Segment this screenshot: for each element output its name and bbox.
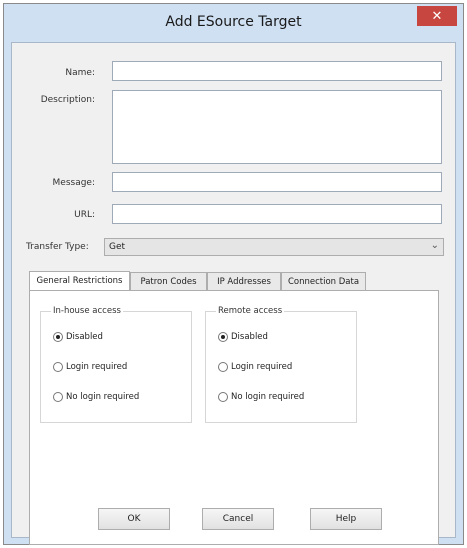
url-label: URL: bbox=[74, 210, 95, 220]
remote-disabled-option[interactable]: Disabled bbox=[218, 332, 268, 342]
remote-login-required-option[interactable]: Login required bbox=[218, 362, 292, 372]
title-bar: Add ESource Target ✕ bbox=[4, 4, 463, 42]
help-button[interactable]: Help bbox=[310, 508, 382, 530]
message-field[interactable] bbox=[112, 172, 442, 192]
transfer-type-value: Get bbox=[109, 242, 126, 252]
remote-no-login-label: No login required bbox=[231, 392, 305, 402]
url-field[interactable] bbox=[112, 204, 442, 224]
radio-icon bbox=[218, 392, 228, 402]
tab-connection-data[interactable]: Connection Data bbox=[281, 272, 366, 290]
radio-icon bbox=[53, 392, 63, 402]
radio-selected-icon bbox=[218, 332, 228, 342]
inhouse-disabled-option[interactable]: Disabled bbox=[53, 332, 103, 342]
tab-general-restrictions[interactable]: General Restrictions bbox=[29, 271, 130, 290]
ok-button[interactable]: OK bbox=[98, 508, 170, 530]
remote-login-required-label: Login required bbox=[231, 362, 293, 372]
radio-selected-icon bbox=[53, 332, 63, 342]
transfer-type-select[interactable]: Get ⌄ bbox=[104, 238, 444, 256]
remote-disabled-label: Disabled bbox=[231, 332, 268, 342]
inhouse-access-title: In-house access bbox=[51, 306, 123, 316]
remote-access-group: Remote access Disabled Login required No… bbox=[205, 306, 357, 423]
name-field[interactable] bbox=[112, 61, 442, 81]
tab-ip-addresses[interactable]: IP Addresses bbox=[207, 272, 281, 290]
inhouse-no-login-option[interactable]: No login required bbox=[53, 392, 139, 402]
inhouse-disabled-label: Disabled bbox=[66, 332, 103, 342]
inhouse-login-required-option[interactable]: Login required bbox=[53, 362, 127, 372]
dialog-body: Name: Description: Message: URL: Transfe… bbox=[11, 42, 456, 545]
dialog-window: Add ESource Target ✕ Name: Description: … bbox=[3, 3, 464, 545]
description-field[interactable] bbox=[112, 90, 442, 164]
tab-patron-codes[interactable]: Patron Codes bbox=[130, 272, 207, 290]
dialog-title: Add ESource Target bbox=[165, 14, 302, 30]
radio-icon bbox=[53, 362, 63, 372]
general-restrictions-panel: In-house access Disabled Login required … bbox=[29, 290, 439, 545]
chevron-down-icon: ⌄ bbox=[430, 240, 439, 251]
inhouse-no-login-label: No login required bbox=[66, 392, 140, 402]
cancel-button[interactable]: Cancel bbox=[202, 508, 274, 530]
description-label: Description: bbox=[40, 95, 95, 105]
inhouse-login-required-label: Login required bbox=[66, 362, 128, 372]
radio-icon bbox=[218, 362, 228, 372]
close-button[interactable]: ✕ bbox=[417, 6, 457, 26]
inhouse-access-group: In-house access Disabled Login required … bbox=[40, 306, 192, 423]
message-label: Message: bbox=[52, 178, 95, 188]
remote-access-title: Remote access bbox=[216, 306, 285, 316]
remote-no-login-option[interactable]: No login required bbox=[218, 392, 304, 402]
name-label: Name: bbox=[65, 68, 95, 78]
close-icon: ✕ bbox=[431, 8, 443, 24]
transfer-type-label: Transfer Type: bbox=[26, 242, 89, 252]
